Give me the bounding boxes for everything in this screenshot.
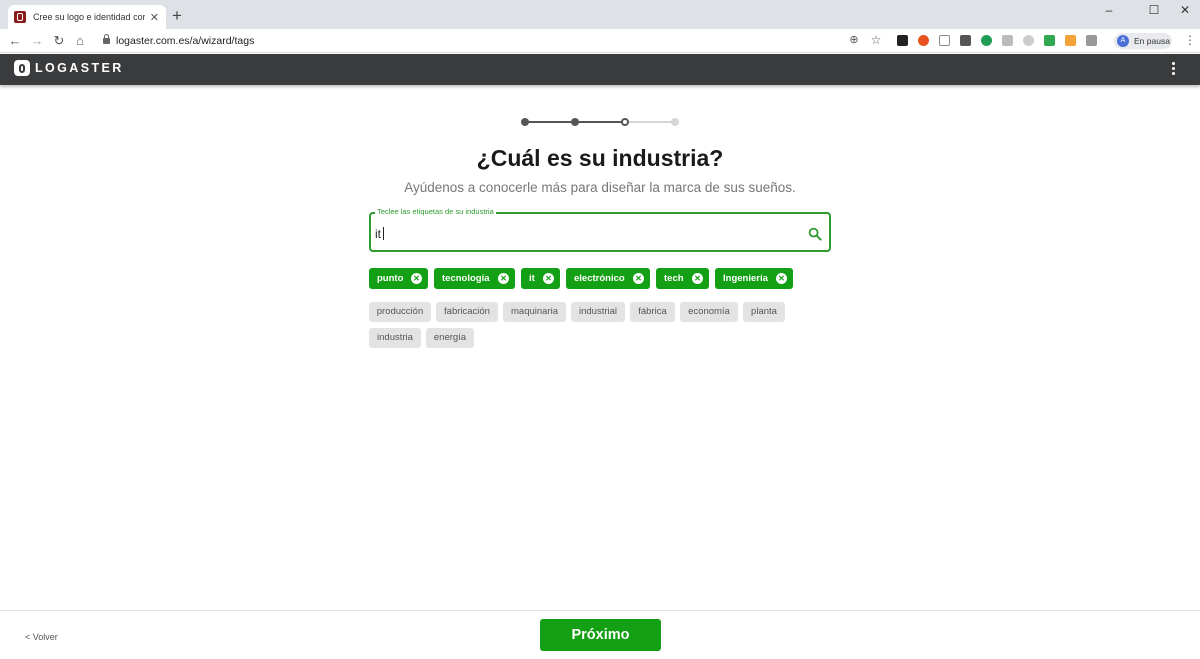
close-window-icon[interactable]: ✕ [1170, 3, 1200, 17]
address-bar[interactable]: logaster.com.es/a/wizard/tags [116, 35, 254, 47]
suggested-tags: producción fabricación maquinaria industria… [369, 302, 839, 350]
lock-icon [103, 34, 110, 44]
suggested-tag[interactable]: industrial [571, 302, 625, 322]
stepper-dot [671, 118, 679, 126]
profile-button[interactable]: A En pausa [1114, 33, 1172, 49]
remove-tag-icon[interactable]: ✕ [692, 273, 703, 284]
tag-label: tecnología [442, 273, 490, 284]
extension-icon[interactable] [1044, 35, 1055, 46]
add-icon[interactable]: ⊕ [847, 33, 861, 48]
stepper-line [525, 121, 575, 123]
selected-tag-chip[interactable]: Ingeniería ✕ [715, 268, 793, 289]
site-favicon-icon [14, 11, 26, 23]
page-subtitle: Ayúdenos a conocerle más para diseñar la… [404, 180, 796, 195]
logo-text[interactable]: LOGASTER [35, 61, 124, 75]
selected-tag-chip[interactable]: tech ✕ [656, 268, 709, 289]
suggested-tag[interactable]: maquinaria [503, 302, 566, 322]
suggested-tag[interactable]: fábrica [630, 302, 675, 322]
maximize-icon[interactable]: ☐ [1139, 3, 1169, 17]
extension-icon[interactable] [939, 35, 950, 46]
app-header [0, 54, 1200, 85]
selected-tag-chip[interactable]: electrónico ✕ [566, 268, 650, 289]
reload-icon[interactable]: ↻ [52, 33, 66, 48]
remove-tag-icon[interactable]: ✕ [633, 273, 644, 284]
logo-icon[interactable] [14, 60, 30, 76]
tag-label: electrónico [574, 273, 625, 284]
stepper-dot [621, 118, 629, 126]
bookmark-star-icon[interactable]: ☆ [869, 33, 883, 48]
browser-tab[interactable]: Cree su logo e identidad corpora ✕ [8, 5, 166, 29]
suggested-tag[interactable]: industria [369, 328, 421, 348]
tag-label: it [529, 273, 535, 284]
extension-icon[interactable] [981, 35, 992, 46]
minimize-icon[interactable]: – [1094, 3, 1124, 17]
stepper-dot [571, 118, 579, 126]
extension-icon[interactable] [1002, 35, 1013, 46]
extension-icon[interactable] [897, 35, 908, 46]
back-link[interactable]: < Volver [25, 632, 58, 642]
browser-menu-icon[interactable]: ⋮ [1184, 34, 1196, 46]
next-button[interactable]: Próximo [540, 619, 661, 651]
profile-label: En pausa [1134, 36, 1170, 46]
home-icon[interactable]: ⌂ [73, 33, 87, 48]
extension-icon[interactable] [1086, 35, 1097, 46]
suggested-tag[interactable]: fabricación [436, 302, 498, 322]
back-arrow-icon[interactable]: ← [8, 33, 22, 48]
stepper-dot [521, 118, 529, 126]
industry-tags-input[interactable] [375, 225, 795, 243]
extension-icon[interactable] [1065, 35, 1076, 46]
remove-tag-icon[interactable]: ✕ [776, 273, 787, 284]
remove-tag-icon[interactable]: ✕ [543, 273, 554, 284]
extension-icon[interactable] [1023, 35, 1034, 46]
page-title: ¿Cuál es su industria? [476, 145, 724, 171]
forward-arrow-icon[interactable]: → [30, 33, 44, 48]
selected-tag-chip[interactable]: tecnología ✕ [434, 268, 515, 289]
tab-title: Cree su logo e identidad corpora [33, 12, 145, 22]
suggested-tag[interactable]: economía [680, 302, 738, 322]
tag-label: Ingeniería [723, 273, 768, 284]
suggested-tag[interactable]: planta [743, 302, 785, 322]
selected-tag-chip[interactable]: it ✕ [521, 268, 560, 289]
text-caret [383, 227, 384, 240]
tag-label: punto [377, 273, 404, 284]
tab-close-icon[interactable]: ✕ [149, 11, 160, 24]
selected-tag-chip[interactable]: punto ✕ [369, 268, 428, 289]
selected-tags: punto ✕ tecnología ✕ it ✕ electrónico ✕ tech ✕ Ing… [369, 268, 839, 290]
suggested-tag[interactable]: producción [369, 302, 431, 322]
suggested-tag[interactable]: energía [426, 328, 474, 348]
browser-tabstrip: Cree su logo e identidad corpora ✕ + – ☐… [0, 0, 1200, 29]
new-tab-button[interactable]: + [172, 7, 182, 24]
extension-icon[interactable] [918, 35, 929, 46]
menu-kebab-icon[interactable] [1167, 62, 1179, 76]
wizard-stepper [520, 116, 680, 128]
tag-label: tech [664, 273, 684, 284]
avatar: A [1117, 35, 1129, 47]
stepper-line [625, 121, 675, 123]
extension-icon[interactable] [960, 35, 971, 46]
stepper-line [575, 121, 625, 123]
browser-toolbar: ← → ↻ ⌂ logaster.com.es/a/wizard/tags ⊕ … [0, 29, 1200, 53]
remove-tag-icon[interactable]: ✕ [411, 273, 422, 284]
search-icon[interactable] [808, 227, 822, 241]
industry-tags-field-label: Teclee las etiquetas de su industria [375, 207, 496, 216]
remove-tag-icon[interactable]: ✕ [498, 273, 509, 284]
